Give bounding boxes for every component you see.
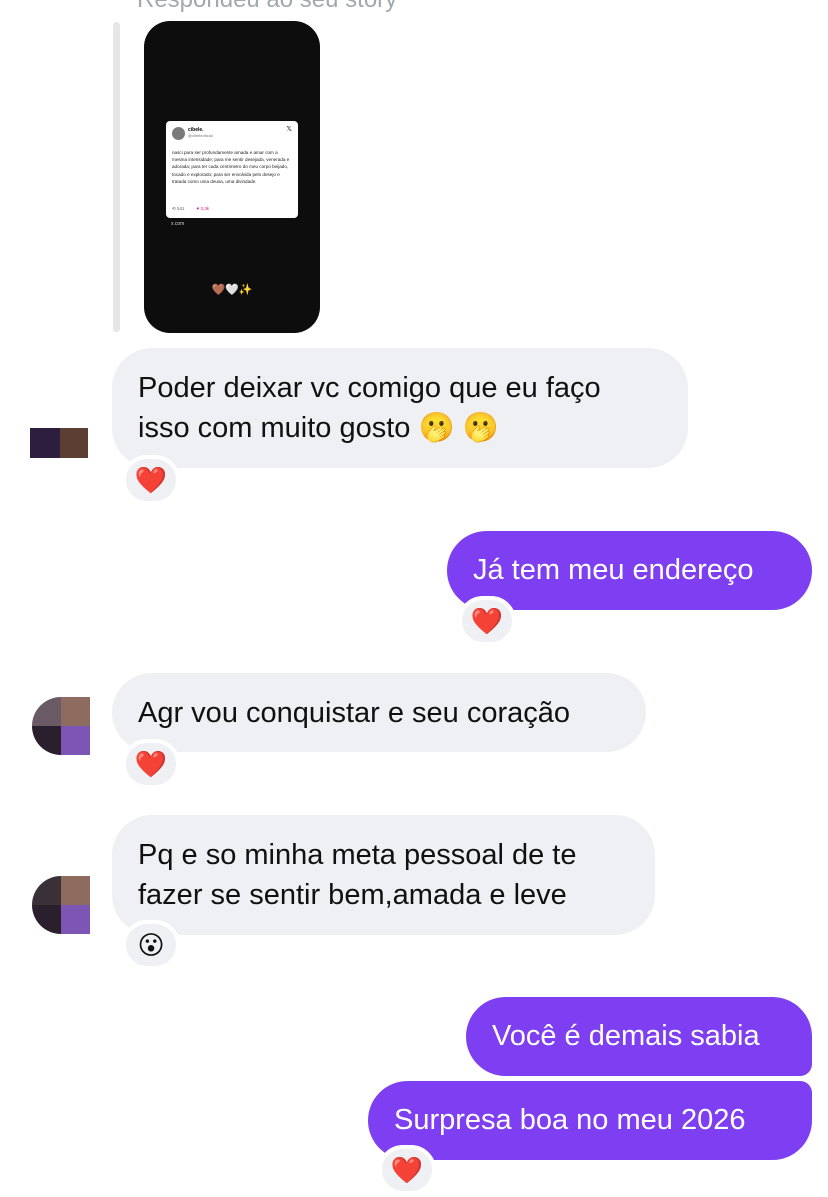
sender-avatar[interactable] bbox=[32, 697, 90, 755]
message-text-line: Poder deixar vc comigo que eu faço bbox=[138, 372, 601, 404]
x-logo-icon: 𝕏 bbox=[286, 126, 292, 133]
message-text-line: Pq e so minha meta pessoal de te bbox=[138, 839, 577, 871]
heart-reaction-icon[interactable]: ❤️ bbox=[458, 596, 516, 646]
tweet-avatar bbox=[172, 127, 185, 140]
story-thumbnail[interactable]: cibele. @cibeleoficial 𝕏 nasci para ser … bbox=[144, 21, 320, 333]
tweet-author-handle: @cibeleoficial bbox=[188, 133, 213, 138]
tweet-stats: ⟲ 541 ♥ 3,3k bbox=[172, 206, 209, 212]
heart-reaction-icon[interactable]: ❤️ bbox=[122, 455, 180, 505]
story-reply-caption: Respondeu ao seu story bbox=[137, 0, 397, 14]
retweet-icon: ⟲ 541 bbox=[172, 206, 185, 211]
message-text-line: isso com muito gosto 🫢 🫢 bbox=[138, 412, 499, 444]
message-bubble-incoming[interactable]: Pq e so minha meta pessoal de te fazer s… bbox=[112, 815, 655, 935]
sender-avatar[interactable] bbox=[30, 428, 88, 458]
message-bubble-incoming[interactable]: Poder deixar vc comigo que eu faço isso … bbox=[112, 348, 688, 468]
story-emoji-sticker: 🤎🤍✨ bbox=[211, 284, 253, 296]
message-bubble-outgoing[interactable]: Surpresa boa no meu 2026 bbox=[368, 1081, 812, 1160]
heart-reaction-icon[interactable]: ❤️ bbox=[122, 739, 180, 789]
sender-avatar[interactable] bbox=[32, 876, 90, 934]
tweet-text: nasci para ser profundamente amada e ama… bbox=[172, 150, 290, 184]
message-text-line: fazer se sentir bem,amada e leve bbox=[138, 879, 567, 911]
message-bubble-incoming[interactable]: Agr vou conquistar e seu coração bbox=[112, 673, 646, 752]
surprised-reaction-icon[interactable]: 😮 bbox=[122, 920, 180, 970]
message-bubble-outgoing[interactable]: Você é demais sabia bbox=[466, 997, 812, 1076]
tweet-source-label: x.com bbox=[171, 221, 185, 227]
heart-reaction-icon[interactable]: ❤️ bbox=[378, 1145, 436, 1195]
like-icon: ♥ 3,3k bbox=[196, 206, 209, 211]
retweet-count: 541 bbox=[177, 206, 185, 211]
reply-indicator-bar bbox=[113, 22, 120, 332]
like-count: 3,3k bbox=[200, 206, 209, 211]
tweet-screenshot-card: cibele. @cibeleoficial 𝕏 nasci para ser … bbox=[166, 121, 298, 218]
